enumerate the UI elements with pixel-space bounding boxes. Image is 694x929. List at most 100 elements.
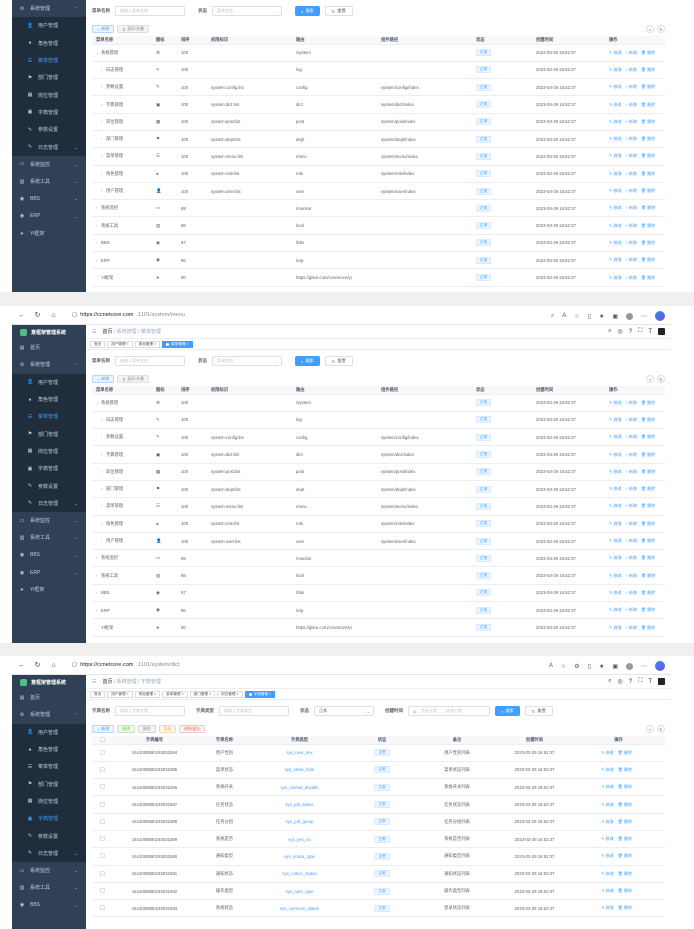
- edit-button[interactable]: ✎ 修改: [609, 521, 621, 526]
- back-icon[interactable]: ←: [18, 312, 25, 319]
- delete-button[interactable]: 🗑 删除: [641, 573, 655, 578]
- copilot-icon[interactable]: [655, 311, 665, 321]
- breadcrumb-home[interactable]: 首页: [102, 679, 112, 685]
- add-row-button[interactable]: + 新增: [625, 240, 636, 245]
- delete-button[interactable]: 🗑 删除: [618, 888, 632, 893]
- sidebar-item[interactable]: ◉ BBS ⌄: [12, 897, 86, 914]
- sidebar-item[interactable]: ▦ 岗位管理: [12, 442, 86, 461]
- delete-button[interactable]: 删除: [137, 725, 156, 733]
- sidebar-item[interactable]: ✎ 日志管理 ⌄: [12, 494, 86, 512]
- sidebar-item[interactable]: ▥ 系统工具 ⌄: [12, 529, 86, 546]
- row-checkbox[interactable]: [99, 870, 105, 876]
- edit-button[interactable]: 修改: [117, 725, 135, 733]
- status-select[interactable]: 菜单状态 ⌄: [212, 6, 282, 16]
- edit-button[interactable]: ✎ 修改: [609, 136, 621, 141]
- sidebar-item[interactable]: ➤ Yi框架: [12, 581, 86, 598]
- add-row-button[interactable]: + 新增: [625, 67, 636, 72]
- tab[interactable]: 用户管理 ×: [107, 690, 133, 698]
- tab[interactable]: 首页: [90, 690, 106, 698]
- delete-button[interactable]: 🗑 删除: [641, 625, 655, 630]
- address-bar[interactable]: ▢ https://ccnetcore.com:1101/system/dict: [72, 662, 180, 668]
- edit-button[interactable]: ✎ 修改: [601, 767, 613, 772]
- edit-button[interactable]: ✎ 修改: [609, 590, 621, 595]
- sidebar-item[interactable]: ▭ 系统监控 ⌄: [12, 156, 86, 173]
- reset-button[interactable]: ↻ 重置: [324, 6, 353, 16]
- add-button[interactable]: + 新增: [92, 25, 115, 33]
- search-button[interactable]: ⌕ 搜索: [295, 356, 320, 366]
- reset-button[interactable]: ↻ 重置: [324, 356, 353, 366]
- sidebar-item[interactable]: ▦ 岗位管理: [12, 86, 86, 104]
- tab[interactable]: 用户管理 ×: [107, 340, 133, 348]
- add-row-button[interactable]: + 新增: [625, 102, 636, 107]
- more-icon[interactable]: ⋯: [641, 663, 647, 670]
- tab[interactable]: 字典管理 ×: [244, 690, 276, 698]
- sidebar-item[interactable]: ◉ ERP ⌄: [12, 208, 86, 225]
- edit-button[interactable]: ✎ 修改: [609, 50, 621, 55]
- sidebar-item[interactable]: ▭ 系统监控 ⌄: [12, 512, 86, 529]
- add-row-button[interactable]: + 新增: [625, 434, 636, 439]
- sidebar-item[interactable]: ✎ 参数设置: [12, 121, 86, 139]
- collections-icon[interactable]: ▣: [612, 663, 618, 670]
- tab[interactable]: 角色管理 ×: [134, 690, 161, 698]
- edit-button[interactable]: ✎ 修改: [609, 119, 621, 124]
- address-bar[interactable]: ▢ https://ccnetcore.com:1101/system/menu: [72, 312, 185, 318]
- dict-type-link[interactable]: sys_notice_type: [284, 854, 315, 859]
- delete-button[interactable]: 🗑 删除: [641, 503, 655, 508]
- sidebar-item[interactable]: ✎ 日志管理 ⌄: [12, 138, 86, 156]
- sidebar-item[interactable]: ◉ BBS ⌄: [12, 547, 86, 564]
- edit-button[interactable]: ✎ 修改: [609, 400, 621, 405]
- edit-button[interactable]: ✎ 修改: [609, 67, 621, 72]
- delete-button[interactable]: 🗑 删除: [618, 905, 632, 910]
- refresh-icon[interactable]: ↻: [657, 25, 665, 33]
- delete-button[interactable]: 🗑 删除: [618, 836, 632, 841]
- github-icon[interactable]: ◎: [618, 678, 623, 685]
- delete-button[interactable]: 🗑 删除: [641, 50, 655, 55]
- dict-type-link[interactable]: sys_oper_type: [286, 889, 314, 894]
- delete-button[interactable]: 🗑 删除: [641, 240, 655, 245]
- edit-button[interactable]: ✎ 修改: [609, 555, 621, 560]
- user-avatar[interactable]: [658, 328, 665, 335]
- edit-button[interactable]: ✎ 修改: [609, 257, 621, 262]
- sidebar-item[interactable]: ⚙ 系统管理 ⌃: [12, 356, 86, 373]
- reset-button[interactable]: ↻ 重置: [524, 706, 553, 716]
- add-row-button[interactable]: + 新增: [625, 223, 636, 228]
- edit-button[interactable]: ✎ 修改: [609, 275, 621, 280]
- row-checkbox[interactable]: [99, 853, 105, 859]
- edit-button[interactable]: ✎ 修改: [601, 888, 613, 893]
- edit-button[interactable]: ✎ 修改: [609, 625, 621, 630]
- dict-type-link[interactable]: sys_common_status: [280, 906, 319, 911]
- delete-button[interactable]: 🗑 删除: [641, 452, 655, 457]
- dict-type-link[interactable]: sys_show_hide: [285, 767, 314, 772]
- add-row-button[interactable]: + 新增: [625, 188, 636, 193]
- delete-button[interactable]: 🗑 删除: [641, 417, 655, 422]
- delete-button[interactable]: 🗑 删除: [641, 590, 655, 595]
- add-row-button[interactable]: + 新增: [625, 573, 636, 578]
- row-checkbox[interactable]: [99, 818, 105, 824]
- home-icon[interactable]: ⌂: [50, 662, 57, 669]
- edit-button[interactable]: ✎ 修改: [609, 240, 621, 245]
- delete-button[interactable]: 🗑 删除: [641, 188, 655, 193]
- delete-button[interactable]: 🗑 删除: [641, 153, 655, 158]
- reload-icon[interactable]: ↻: [34, 662, 41, 669]
- zoom-icon[interactable]: ⌕: [551, 313, 554, 320]
- search-toggle-icon[interactable]: ⌕: [646, 725, 654, 733]
- add-row-button[interactable]: + 新增: [625, 119, 636, 124]
- dict-type-link[interactable]: sys_job_group: [286, 819, 314, 824]
- edit-button[interactable]: ✎ 修改: [601, 819, 613, 824]
- delete-button[interactable]: 🗑 删除: [618, 871, 632, 876]
- delete-button[interactable]: 🗑 删除: [641, 67, 655, 72]
- delete-button[interactable]: 🗑 删除: [641, 400, 655, 405]
- row-checkbox[interactable]: [99, 784, 105, 790]
- delete-button[interactable]: 🗑 删除: [641, 275, 655, 280]
- delete-button[interactable]: 🗑 删除: [618, 802, 632, 807]
- delete-button[interactable]: 🗑 删除: [618, 767, 632, 772]
- add-row-button[interactable]: + 新增: [625, 84, 636, 89]
- delete-button[interactable]: 🗑 删除: [641, 84, 655, 89]
- tab[interactable]: 菜单管理 ×: [162, 340, 193, 348]
- split-icon[interactable]: ▯: [588, 663, 591, 670]
- add-row-button[interactable]: + 新增: [625, 400, 636, 405]
- edit-button[interactable]: ✎ 修改: [609, 434, 621, 439]
- row-checkbox[interactable]: [99, 801, 105, 807]
- help-icon[interactable]: ?: [629, 679, 632, 685]
- delete-button[interactable]: 🗑 删除: [641, 538, 655, 543]
